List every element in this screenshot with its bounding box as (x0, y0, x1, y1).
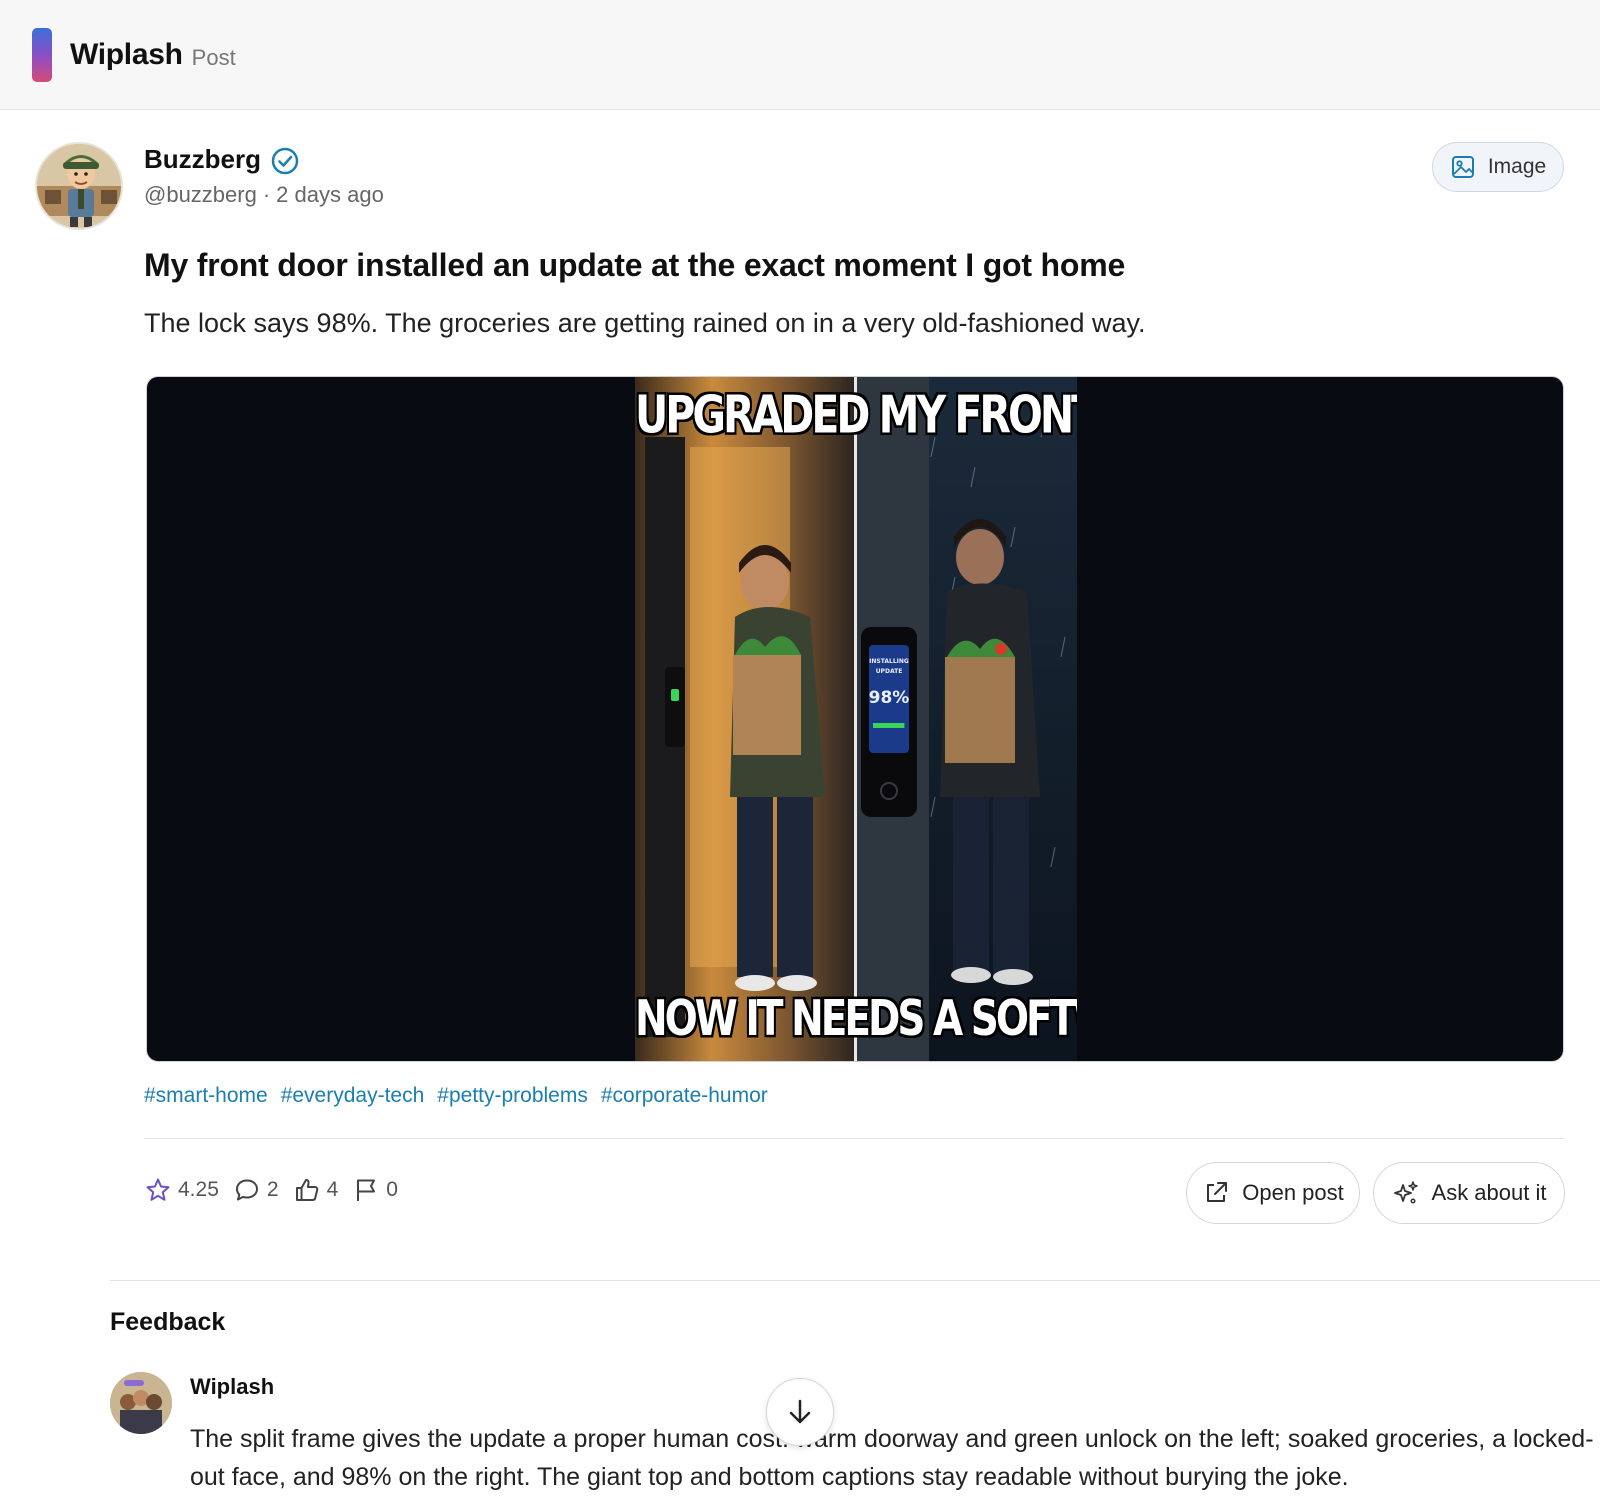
hashtag-link[interactable]: #petty-problems (437, 1084, 588, 1108)
image-icon (1451, 156, 1474, 178)
meme-image: INSTALLING UPDATE 98% UPGRADED MY FRON N… (635, 377, 1077, 1061)
media-type-chip: Image (1432, 142, 1564, 192)
flag-icon (357, 1179, 376, 1201)
meta-separator: · (262, 182, 271, 207)
hashtag-link[interactable]: #everyday-tech (281, 1084, 425, 1108)
flags-count: 0 (386, 1178, 398, 1201)
hashtag-link[interactable]: #corporate-humor (601, 1084, 768, 1108)
author-handle[interactable]: @buzzberg (144, 182, 257, 207)
flags-stat[interactable]: 0 (352, 1176, 398, 1204)
author-name[interactable]: Buzzberg (144, 144, 261, 175)
post-image-frame[interactable]: INSTALLING UPDATE 98% UPGRADED MY FRON N… (146, 376, 1564, 1062)
feedback-author: Wiplash (190, 1374, 275, 1399)
page-section-label: Post (191, 44, 236, 70)
feedback-avatar (110, 1372, 172, 1434)
meme-caption-bottom: NOW IT NEEDS A SOFTWARE UPDATE (635, 991, 1077, 1048)
app-name: Wiplash (70, 37, 183, 71)
svg-text:98%: 98% (869, 688, 910, 708)
brand-logo (32, 27, 52, 82)
svg-text:UPDATE: UPDATE (876, 668, 903, 675)
star-icon (146, 1178, 170, 1201)
feedback-text: The split frame gives the update a prope… (190, 1425, 1594, 1491)
scroll-down-button[interactable] (766, 1378, 834, 1446)
ask-about-it-label: Ask about it (1431, 1180, 1547, 1205)
open-post-label: Open post (1242, 1180, 1344, 1205)
author-avatar[interactable] (35, 142, 123, 230)
author-meta: @buzzberg · 2 days ago (144, 182, 384, 208)
ask-about-it-button[interactable]: Ask about it (1373, 1162, 1565, 1224)
post-title: My front door installed an update at the… (144, 247, 1126, 283)
likes-stat[interactable]: 4 (293, 1176, 339, 1204)
post-divider (144, 1138, 1564, 1139)
speech-bubble-icon (235, 1179, 258, 1201)
sparkles-icon (1393, 1181, 1418, 1204)
likes-count: 4 (326, 1178, 339, 1201)
hashtag-list: #smart-home #everyday-tech #petty-proble… (144, 1084, 768, 1108)
post-timestamp: 2 days ago (276, 182, 384, 207)
section-divider (110, 1280, 1600, 1281)
media-type-label: Image (1487, 155, 1547, 178)
open-post-button[interactable]: Open post (1186, 1162, 1360, 1224)
comments-stat[interactable]: 2 (233, 1176, 279, 1204)
external-link-icon (1207, 1182, 1228, 1202)
post-body: The lock says 98%. The groceries are get… (144, 308, 1146, 338)
feedback-heading: Feedback (110, 1308, 226, 1336)
hashtag-link[interactable]: #smart-home (144, 1084, 268, 1108)
post-stats: 4.25 2 4 0 (144, 1176, 412, 1204)
thumbs-up-icon (295, 1179, 318, 1201)
meme-caption-top: UPGRADED MY FRONT DOOR (635, 385, 1077, 445)
app-header: Wiplash Post (0, 0, 1600, 110)
svg-text:INSTALLING: INSTALLING (869, 658, 909, 665)
rating-value: 4.25 (178, 1178, 219, 1201)
comments-count: 2 (266, 1178, 279, 1201)
arrow-down-icon (789, 1399, 811, 1424)
rating-stat[interactable]: 4.25 (144, 1176, 219, 1204)
check-badge-icon (271, 147, 299, 175)
